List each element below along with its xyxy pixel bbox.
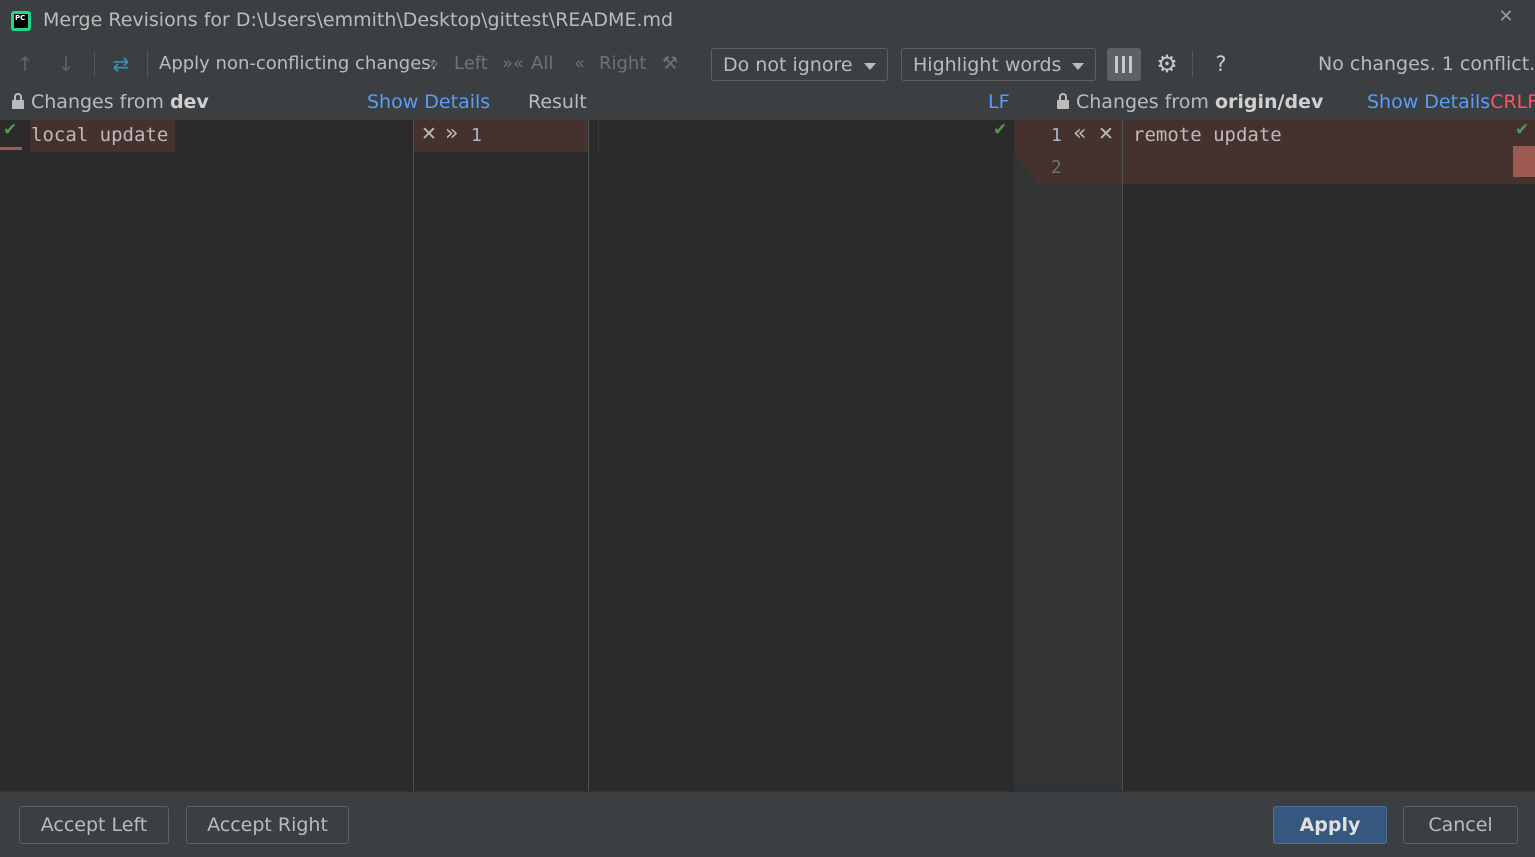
right-line-number-1: 1: [1051, 125, 1062, 146]
magic-resolve-icon[interactable]: ⚒: [662, 53, 678, 74]
highlighting-mode-value: Highlight words: [913, 54, 1062, 76]
right-divider: [1122, 120, 1123, 791]
apply-left-icon[interactable]: »: [428, 53, 439, 74]
ignore-whitespace-value: Do not ignore: [723, 54, 853, 76]
toolbar: ↑ ↓ ⇄ Apply non-conflicting changes: » L…: [0, 43, 1535, 86]
result-divider: [588, 120, 589, 791]
apply-right-icon[interactable]: «: [574, 53, 585, 74]
left-gutter-conflict: [414, 120, 588, 152]
apply-left-button[interactable]: Left: [454, 53, 488, 74]
lock-icon: [12, 93, 24, 109]
toolbar-separator: [147, 51, 148, 77]
toolbar-separator: [1192, 51, 1193, 77]
merge-editor: ✔ local update ✕ » 1 ✔ 1 2 « ✕ remote up…: [0, 120, 1535, 791]
left-change-marker: [0, 147, 22, 150]
merge-status: No changes. 1 conflict.: [1318, 53, 1535, 75]
chevron-down-icon: [1072, 63, 1084, 70]
accept-right-button[interactable]: Accept Right: [186, 806, 349, 844]
apply-right-button[interactable]: Right: [599, 53, 646, 74]
left-code-line-1[interactable]: local update: [31, 124, 168, 146]
result-line-number: 1: [471, 125, 482, 146]
toolbar-separator: [94, 51, 95, 77]
pycharm-logo-icon: PC: [11, 11, 31, 31]
right-code-line-1[interactable]: remote update: [1133, 124, 1282, 146]
chevron-down-icon: [864, 63, 876, 70]
right-resolved-check-icon: ✔: [1515, 120, 1530, 140]
left-resolved-check-icon: ✔: [3, 120, 18, 140]
apply-all-icon[interactable]: »«: [502, 53, 524, 74]
right-line-number-2: 2: [1051, 157, 1062, 178]
show-details-right-link[interactable]: Show Details: [1367, 91, 1490, 113]
apply-button[interactable]: Apply: [1273, 806, 1387, 844]
help-icon[interactable]: ?: [1210, 51, 1232, 77]
right-branch-name: origin/dev: [1214, 91, 1324, 113]
right-header-links: Show DetailsCRLF: [1367, 91, 1535, 113]
left-divider: [413, 120, 414, 791]
left-branch-name: dev: [169, 91, 209, 113]
resolve-conflicts-icon[interactable]: ⇄: [108, 51, 134, 77]
panel-headers: Changes from dev Show Details Result LF …: [0, 86, 1535, 120]
accept-right-icon[interactable]: «: [1073, 121, 1086, 146]
right-scrollbar-marker[interactable]: [1513, 146, 1535, 177]
previous-difference-icon[interactable]: ↑: [12, 51, 38, 77]
accept-left-button[interactable]: Accept Left: [19, 806, 169, 844]
title-bar: PC Merge Revisions for D:\Users\emmith\D…: [0, 0, 1535, 43]
right-panel-title: Changes from origin/dev: [1076, 91, 1323, 113]
gear-icon[interactable]: ⚙: [1154, 51, 1180, 77]
highlighting-mode-select[interactable]: Highlight words: [901, 48, 1096, 81]
close-icon[interactable]: ✕: [1495, 6, 1517, 28]
result-resolved-check-icon: ✔: [993, 120, 1008, 140]
result-caret-line: [598, 120, 599, 152]
line-separator-lf[interactable]: LF: [988, 91, 1010, 113]
synchronize-scrolling-toggle[interactable]: [1107, 48, 1141, 81]
right-gutter: [1014, 120, 1122, 791]
apply-all-button[interactable]: All: [531, 53, 553, 74]
dialog-footer: Accept Left Accept Right Apply Cancel: [0, 791, 1535, 857]
left-panel-title: Changes from dev: [31, 91, 209, 113]
apply-non-conflicting-label: Apply non-conflicting changes:: [159, 53, 437, 74]
reject-right-icon[interactable]: ✕: [1098, 123, 1114, 145]
next-difference-icon[interactable]: ↓: [53, 51, 79, 77]
accept-left-icon[interactable]: »: [445, 121, 458, 146]
cancel-button[interactable]: Cancel: [1403, 806, 1518, 844]
right-title-prefix: Changes from: [1076, 91, 1215, 113]
show-details-left-link[interactable]: Show Details: [367, 91, 490, 113]
result-panel-title: Result: [528, 91, 587, 113]
lock-icon: [1057, 93, 1069, 109]
window-title: Merge Revisions for D:\Users\emmith\Desk…: [43, 9, 674, 31]
line-separator-crlf[interactable]: CRLF: [1490, 91, 1535, 113]
reject-left-icon[interactable]: ✕: [421, 123, 437, 145]
ignore-whitespace-select[interactable]: Do not ignore: [711, 48, 888, 81]
left-title-prefix: Changes from: [31, 91, 170, 113]
